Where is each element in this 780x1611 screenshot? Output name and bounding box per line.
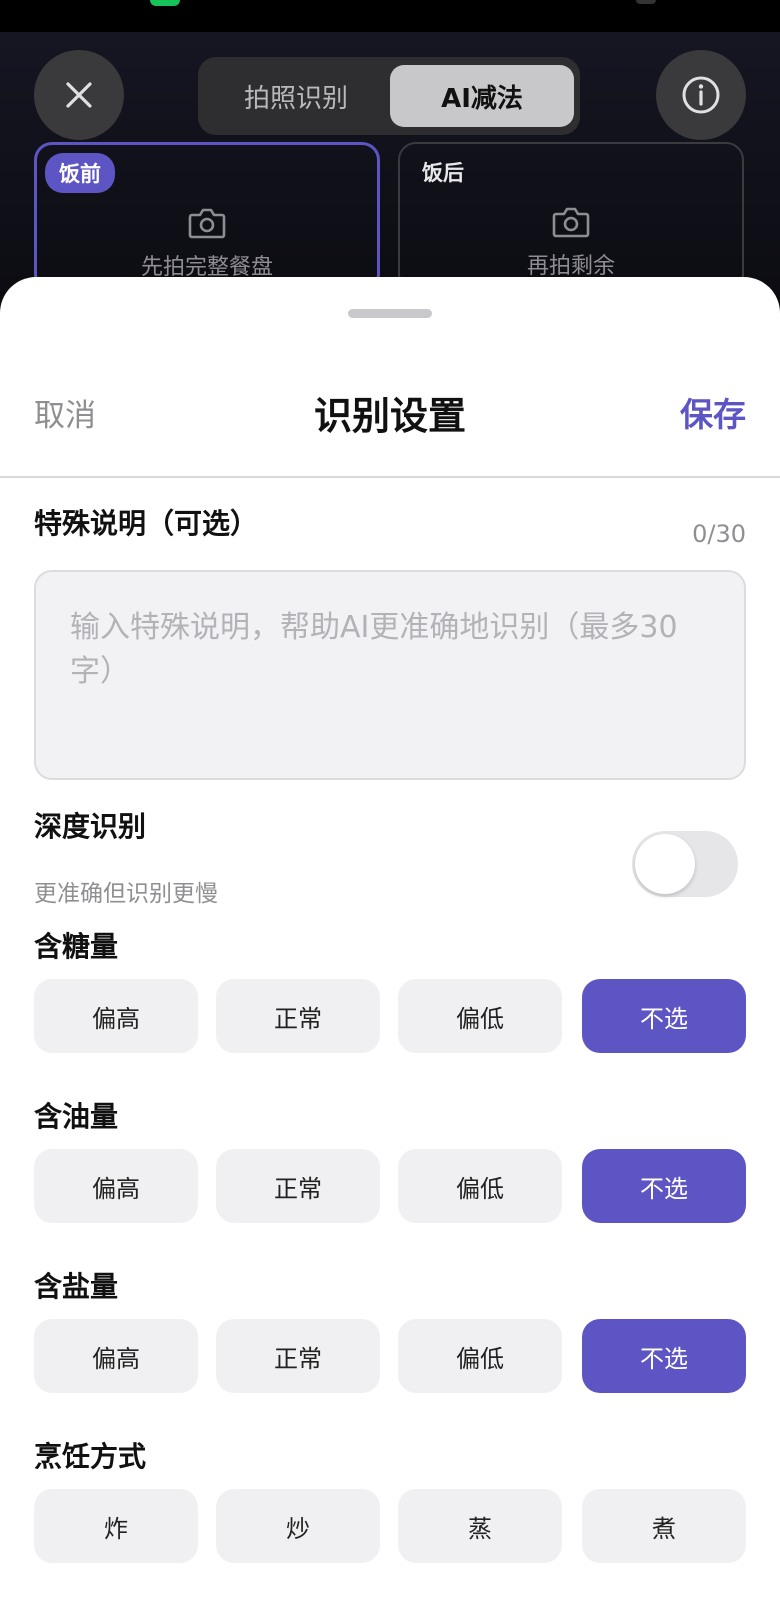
sugar-option-none[interactable]: 不选	[582, 979, 746, 1053]
salt-option-low[interactable]: 偏低	[398, 1319, 562, 1393]
oil-option-none[interactable]: 不选	[582, 1149, 746, 1223]
note-input[interactable]	[70, 606, 710, 744]
header-divider	[0, 476, 780, 478]
cooking-option-steam[interactable]: 蒸	[398, 1489, 562, 1563]
status-indicator	[150, 0, 180, 6]
oil-option-normal[interactable]: 正常	[216, 1149, 380, 1223]
oil-options: 偏高 正常 偏低 不选	[34, 1149, 746, 1223]
cooking-option-fry[interactable]: 炸	[34, 1489, 198, 1563]
deep-recognition-sublabel: 更准确但识别更慢	[34, 881, 218, 907]
cooking-method-options: 炸 炒 蒸 煮	[34, 1489, 746, 1563]
save-button[interactable]: 保存	[680, 388, 746, 436]
after-meal-hint: 再拍剩余	[526, 254, 615, 279]
after-meal-photo-card[interactable]: 饭后 再拍剩余	[398, 142, 744, 292]
info-button[interactable]	[656, 50, 746, 140]
status-bar	[0, 0, 780, 32]
oil-label: 含油量	[34, 1100, 119, 1133]
note-label: 特殊说明（可选）	[34, 507, 259, 540]
sugar-option-normal[interactable]: 正常	[216, 979, 380, 1053]
salt-option-high[interactable]: 偏高	[34, 1319, 198, 1393]
salt-label: 含盐量	[34, 1270, 119, 1303]
deep-recognition-toggle[interactable]	[632, 831, 738, 897]
camera-icon	[188, 208, 226, 239]
salt-option-normal[interactable]: 正常	[216, 1319, 380, 1393]
tab-photo-recognition[interactable]: 拍照识别	[206, 65, 386, 127]
note-input-box	[34, 570, 746, 780]
note-char-counter: 0/30	[692, 520, 746, 548]
toggle-knob	[635, 834, 695, 894]
sugar-label: 含糖量	[34, 930, 119, 963]
cooking-option-boil[interactable]: 煮	[582, 1489, 746, 1563]
sheet-drag-handle[interactable]	[348, 309, 432, 318]
sugar-options: 偏高 正常 偏低 不选	[34, 979, 746, 1053]
deep-recognition-label: 深度识别	[34, 810, 147, 843]
cooking-method-label: 烹饪方式	[34, 1440, 147, 1473]
oil-option-high[interactable]: 偏高	[34, 1149, 198, 1223]
info-icon	[682, 76, 720, 114]
salt-option-none[interactable]: 不选	[582, 1319, 746, 1393]
close-icon	[66, 82, 92, 108]
before-meal-photo-card[interactable]: 饭前 先拍完整餐盘	[34, 142, 380, 292]
sugar-option-high[interactable]: 偏高	[34, 979, 198, 1053]
after-meal-tag: 饭后	[422, 161, 464, 185]
camera-icon	[552, 207, 590, 238]
salt-options: 偏高 正常 偏低 不选	[34, 1319, 746, 1393]
status-indicator	[636, 0, 656, 4]
sheet-title: 识别设置	[313, 394, 466, 438]
tab-ai-subtraction[interactable]: AI减法	[390, 65, 574, 127]
settings-sheet: 取消 识别设置 保存 特殊说明（可选） 0/30 深度识别 更准确但识别更慢 含…	[0, 277, 780, 1611]
close-button[interactable]	[34, 50, 124, 140]
oil-option-low[interactable]: 偏低	[398, 1149, 562, 1223]
before-meal-tag: 饭前	[45, 153, 115, 193]
sugar-option-low[interactable]: 偏低	[398, 979, 562, 1053]
cooking-option-stir-fry[interactable]: 炒	[216, 1489, 380, 1563]
mode-switcher: 拍照识别 AI减法	[198, 57, 580, 135]
